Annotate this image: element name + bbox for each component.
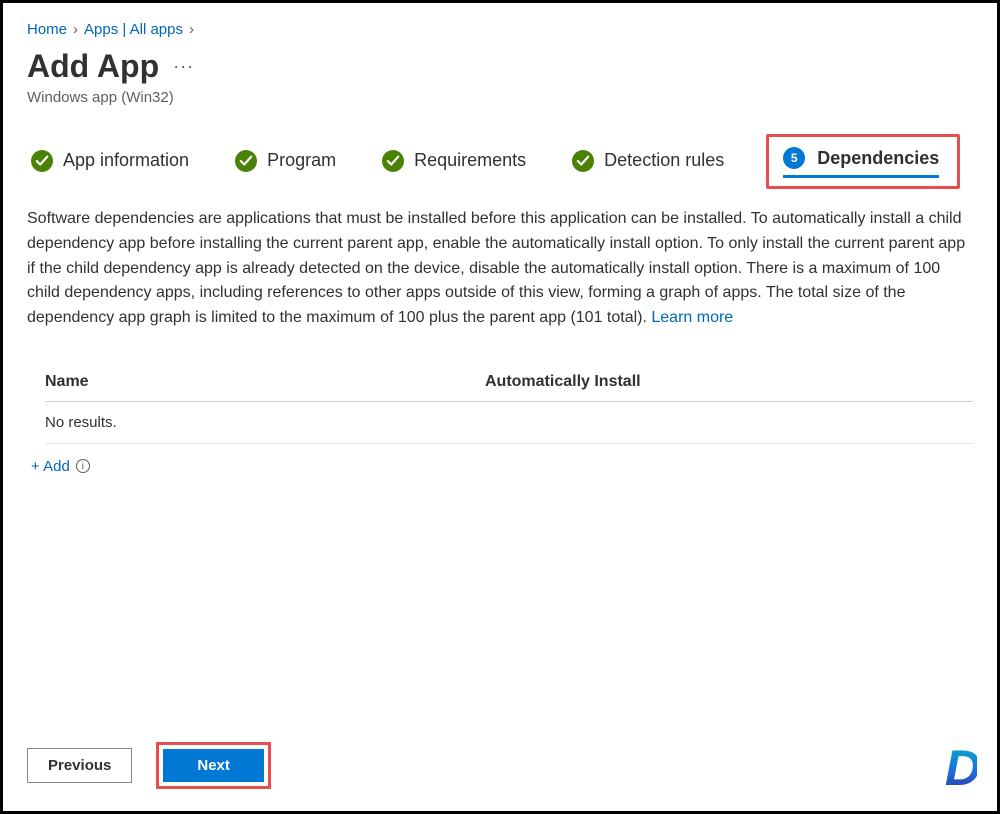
chevron-right-icon: › xyxy=(189,21,194,38)
chevron-right-icon: › xyxy=(73,21,78,38)
wizard-footer: Previous Next xyxy=(27,742,271,789)
no-results-text: No results. xyxy=(45,414,117,431)
breadcrumb: Home › Apps | All apps › xyxy=(27,21,973,38)
check-icon xyxy=(235,150,257,172)
tab-requirements[interactable]: Requirements xyxy=(378,144,530,180)
column-name: Name xyxy=(45,373,485,391)
breadcrumb-apps[interactable]: Apps | All apps xyxy=(84,21,183,38)
tab-label: App information xyxy=(63,150,189,171)
add-dependency-link[interactable]: + Add xyxy=(31,458,70,475)
next-button[interactable]: Next xyxy=(163,749,264,782)
check-icon xyxy=(31,150,53,172)
description-text: Software dependencies are applications t… xyxy=(27,210,965,326)
tab-detection-rules[interactable]: Detection rules xyxy=(568,144,728,180)
tab-label: Dependencies xyxy=(817,148,939,169)
table-row-empty: No results. xyxy=(45,402,973,444)
dependencies-table-header: Name Automatically Install xyxy=(45,365,973,402)
check-icon xyxy=(382,150,404,172)
tab-dependencies[interactable]: 5 Dependencies xyxy=(766,134,960,189)
check-icon xyxy=(572,150,594,172)
add-dependency-row: + Add i xyxy=(31,458,973,475)
breadcrumb-home[interactable]: Home xyxy=(27,21,67,38)
page-title: Add App xyxy=(27,48,159,85)
tab-label: Program xyxy=(267,150,336,171)
watermark-logo: D xyxy=(945,739,977,797)
wizard-tabs: App information Program Requirements Det… xyxy=(27,134,973,189)
tab-label: Detection rules xyxy=(604,150,724,171)
more-icon[interactable]: ··· xyxy=(173,56,194,77)
step-number-badge: 5 xyxy=(783,147,805,169)
learn-more-link[interactable]: Learn more xyxy=(651,309,733,326)
tab-app-information[interactable]: App information xyxy=(27,144,193,180)
info-icon[interactable]: i xyxy=(76,459,90,473)
dependencies-description: Software dependencies are applications t… xyxy=(27,207,973,331)
tab-program[interactable]: Program xyxy=(231,144,340,180)
column-auto-install: Automatically Install xyxy=(485,373,973,391)
tab-label: Requirements xyxy=(414,150,526,171)
previous-button[interactable]: Previous xyxy=(27,748,132,783)
page-subtitle: Windows app (Win32) xyxy=(27,89,973,106)
next-button-highlight: Next xyxy=(156,742,271,789)
